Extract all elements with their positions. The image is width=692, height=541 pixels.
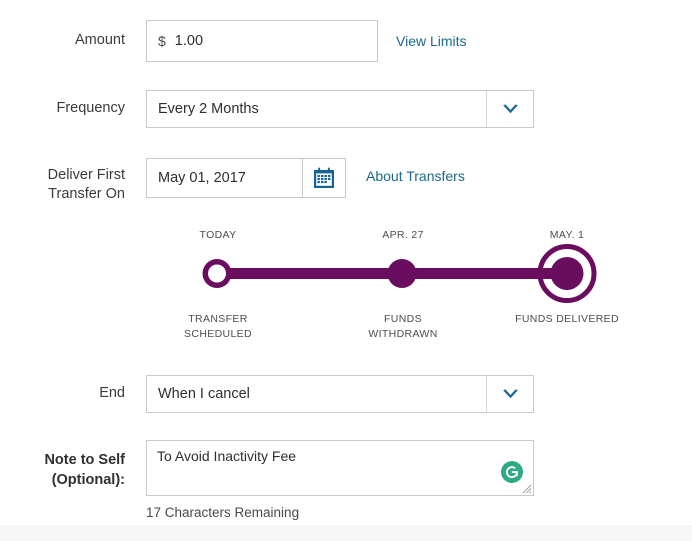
note-to-self-column: To Avoid Inactivity Fee 17 Characters Re… <box>146 440 534 520</box>
date-field-group: May 01, 2017 <box>146 158 346 198</box>
resize-grip-icon[interactable] <box>521 483 532 494</box>
chevron-down-icon <box>502 388 518 398</box>
timeline-caption-0: TRANSFER SCHEDULED <box>170 312 266 342</box>
end-value: When I cancel <box>158 386 250 402</box>
frequency-value: Every 2 Months <box>158 101 259 117</box>
amount-input[interactable]: $ 1.00 <box>146 20 378 62</box>
end-select[interactable]: When I cancel <box>146 375 534 413</box>
note-label-line1: Note to Self <box>44 452 125 468</box>
transfer-form-page: Amount $ 1.00 View Limits Frequency Ever… <box>0 0 692 541</box>
note-to-self-row: Note to Self (Optional): To Avoid Inacti… <box>0 440 534 520</box>
timeline-caption-1: FUNDS WITHDRAWN <box>355 312 451 342</box>
calendar-icon <box>314 167 334 188</box>
timeline-caption-0-line2: SCHEDULED <box>184 328 252 340</box>
timeline-caption-0-line1: TRANSFER <box>188 313 248 325</box>
timeline-caption-1-line1: FUNDS <box>384 313 422 325</box>
transfer-date-input[interactable]: May 01, 2017 <box>146 158 302 198</box>
bottom-band <box>0 525 692 541</box>
timeline-track <box>202 244 597 303</box>
frequency-dropdown-button[interactable] <box>486 91 533 127</box>
timeline-caption-2: FUNDS DELIVERED <box>500 312 634 327</box>
view-limits-link[interactable]: View Limits <box>396 20 467 49</box>
currency-symbol: $ <box>158 33 166 49</box>
grammarly-icon[interactable] <box>501 461 523 483</box>
calendar-picker-button[interactable] <box>302 158 346 198</box>
amount-label: Amount <box>75 32 125 48</box>
timeline-date-2: MAY. 1 <box>549 229 585 241</box>
amount-row: Amount $ 1.00 View Limits <box>0 20 467 62</box>
timeline-date-0: TODAY <box>199 229 237 241</box>
deliver-first-transfer-label: Deliver First Transfer On <box>0 158 146 204</box>
timeline-date-1: APR. 27 <box>382 229 424 241</box>
deliver-label-line2: Transfer On <box>48 186 125 202</box>
end-row: End When I cancel <box>0 375 534 413</box>
characters-remaining-text: 17 Characters Remaining <box>146 505 300 520</box>
frequency-label: Frequency <box>56 100 125 116</box>
frequency-select[interactable]: Every 2 Months <box>146 90 534 128</box>
note-label-line2: (Optional): <box>51 472 125 488</box>
deliver-first-transfer-row: Deliver First Transfer On May 01, 2017 A… <box>0 158 465 204</box>
note-to-self-textarea[interactable]: To Avoid Inactivity Fee <box>146 440 534 496</box>
timeline-caption-1-line2: WITHDRAWN <box>368 328 438 340</box>
end-dropdown-button[interactable] <box>486 376 533 412</box>
amount-value: 1.00 <box>174 33 204 49</box>
chevron-down-icon <box>502 103 518 113</box>
end-label: End <box>99 385 125 401</box>
deliver-label-line1: Deliver First <box>47 167 125 183</box>
timeline-caption-2-line1: FUNDS DELIVERED <box>515 313 619 325</box>
frequency-row: Frequency Every 2 Months <box>0 90 534 128</box>
about-transfers-link[interactable]: About Transfers <box>366 158 465 184</box>
note-to-self-label: Note to Self (Optional): <box>0 440 146 490</box>
transfer-timeline: TODAY APR. 27 MAY. 1 TRANSFER SCHEDULED … <box>170 228 622 346</box>
note-to-self-value: To Avoid Inactivity Fee <box>157 448 297 464</box>
